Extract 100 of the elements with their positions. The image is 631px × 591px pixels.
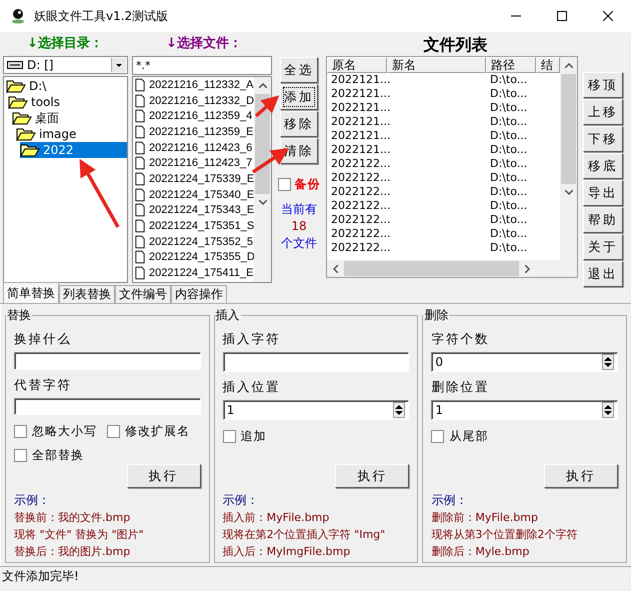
file-item[interactable]: 20221216_112359_4 xyxy=(133,108,254,124)
checkbox[interactable] xyxy=(222,430,236,443)
spin-arrows-icon[interactable] xyxy=(602,354,614,370)
file-item[interactable]: 20221224_175411_E xyxy=(133,265,254,281)
file-button[interactable]: 全选 xyxy=(280,57,318,83)
input-field[interactable] xyxy=(222,352,410,372)
scroll-up-icon[interactable] xyxy=(564,63,572,68)
list-button[interactable]: 下移 xyxy=(583,126,623,152)
spin-arrows-icon[interactable] xyxy=(602,402,614,418)
drive-icon xyxy=(7,61,23,69)
group-title: 删除 xyxy=(423,307,450,324)
scroll-down-icon[interactable] xyxy=(564,190,572,195)
scroll-down-icon[interactable] xyxy=(258,200,266,205)
spin-field[interactable]: 1 xyxy=(222,400,410,420)
file-button[interactable]: 移除 xyxy=(280,111,318,137)
list-button[interactable]: 帮助 xyxy=(583,207,623,233)
example-text: 现将从第3个位置删除2个字符 xyxy=(431,527,578,543)
checkbox[interactable] xyxy=(14,425,27,438)
file-item[interactable]: 20221224_175343_E xyxy=(133,202,254,218)
column-header[interactable]: 原名 xyxy=(327,57,387,73)
tree-item[interactable]: image xyxy=(16,126,127,142)
tree-item[interactable]: tools xyxy=(8,94,127,110)
field-label: 换掉什么 xyxy=(14,331,73,348)
table-cell-text: D:\to... xyxy=(489,101,528,115)
table-cell-text: D:\to... xyxy=(489,129,528,143)
file-item[interactable]: 20221224_175352_5 xyxy=(133,234,254,250)
field-label: 插入字符 xyxy=(222,331,282,348)
checkbox[interactable] xyxy=(107,425,120,438)
file-button[interactable]: 清除 xyxy=(280,138,318,164)
list-button[interactable]: 移底 xyxy=(583,153,623,179)
table-cell-text: D:\to... xyxy=(489,73,528,87)
list-button[interactable]: 移顶 xyxy=(583,72,623,98)
execute-button[interactable]: 执行 xyxy=(335,464,410,488)
maximize-icon[interactable] xyxy=(557,11,567,21)
column-header[interactable]: 新名 xyxy=(387,57,486,73)
count-prefix: 当前有 xyxy=(281,201,317,218)
execute-button[interactable]: 执行 xyxy=(544,464,618,488)
checkbox-label: 修改扩展名 xyxy=(125,423,190,440)
scrollbar[interactable] xyxy=(560,57,577,260)
tab[interactable]: 内容操作 xyxy=(171,285,227,303)
list-button[interactable]: 关于 xyxy=(583,234,623,260)
file-icon xyxy=(135,109,145,124)
file-item[interactable]: 20221224_175339_E xyxy=(133,171,254,187)
window-title: 妖眼文件工具v1.2测试版 xyxy=(34,8,168,24)
list-button[interactable]: 上移 xyxy=(583,99,623,125)
table-cell-text: 2022122... xyxy=(330,185,387,199)
spin-field[interactable]: 0 xyxy=(431,352,618,372)
spin-field[interactable]: 1 xyxy=(431,400,618,420)
drive-dropdown[interactable]: D: [] xyxy=(3,56,128,74)
file-item[interactable]: 20221216_112332_A xyxy=(133,77,254,93)
checkbox-label: 追加 xyxy=(240,428,267,445)
file-button[interactable]: 添加 xyxy=(280,84,318,110)
checkbox[interactable] xyxy=(431,430,444,443)
scroll-left-icon[interactable] xyxy=(333,264,338,272)
file-item[interactable]: 20221224_175340_E xyxy=(133,186,254,202)
tab[interactable]: 列表替换 xyxy=(59,285,115,303)
list-title: 文件列表 xyxy=(422,34,488,56)
file-item[interactable]: 20221216_112423_7 xyxy=(133,155,254,172)
input-field[interactable] xyxy=(14,352,201,370)
table-cell-text: 2022121... xyxy=(330,73,387,87)
filter-field[interactable]: *.* xyxy=(132,56,272,75)
file-item[interactable]: 20221216_112359_E xyxy=(133,124,254,140)
tree-item[interactable]: 2022 xyxy=(20,142,127,158)
checkbox[interactable] xyxy=(14,449,27,462)
scroll-right-icon[interactable] xyxy=(525,264,530,272)
file-item[interactable]: 20221216_112332_D xyxy=(133,92,254,108)
table-cell-text: 2022121... xyxy=(330,101,387,115)
scrollbar[interactable] xyxy=(327,260,577,277)
list-button[interactable]: 导出 xyxy=(583,180,623,206)
backup-checkbox[interactable] xyxy=(278,178,290,191)
checkbox-label: 全部替换 xyxy=(32,447,84,464)
file-item[interactable]: 20221224_175355_D xyxy=(133,250,254,266)
table-cell-text: 2022122... xyxy=(330,171,387,185)
close-icon[interactable] xyxy=(603,11,613,21)
table-cell-text: D:\to... xyxy=(489,115,528,129)
file-icon xyxy=(135,94,145,108)
table-cell-text: 2022121... xyxy=(330,143,387,157)
tab[interactable]: 文件编号 xyxy=(115,285,171,303)
list-button[interactable]: 退出 xyxy=(583,261,623,287)
folder-icon xyxy=(16,127,36,141)
example-text: 现将 "文件" 替换为 "图片" xyxy=(14,527,145,543)
file-icon xyxy=(135,156,145,170)
scrollbar[interactable] xyxy=(254,77,271,282)
file-item[interactable]: 20221224_175351_S xyxy=(133,218,254,234)
file-item[interactable]: 20221216_112423_6 xyxy=(133,140,254,156)
count-suffix: 个文件 xyxy=(281,235,317,252)
tree-item[interactable]: D:\ xyxy=(4,78,127,94)
example-text: 删除前：MyFile.bmp xyxy=(431,510,539,526)
tree-item[interactable]: 桌面 xyxy=(12,110,127,126)
execute-button[interactable]: 执行 xyxy=(126,464,201,488)
spin-arrows-icon[interactable] xyxy=(393,402,406,418)
scroll-up-icon[interactable] xyxy=(258,83,266,88)
example-text: 删除后：Myle.bmp xyxy=(431,544,530,560)
file-icon xyxy=(135,250,145,264)
column-header[interactable]: 路径 xyxy=(486,57,536,73)
tab[interactable]: 简单替换 xyxy=(3,282,59,303)
table-cell-text: D:\to... xyxy=(489,171,528,185)
column-header[interactable]: 结 xyxy=(536,57,560,73)
example-label: 示例： xyxy=(222,492,260,509)
input-field[interactable] xyxy=(14,398,201,415)
